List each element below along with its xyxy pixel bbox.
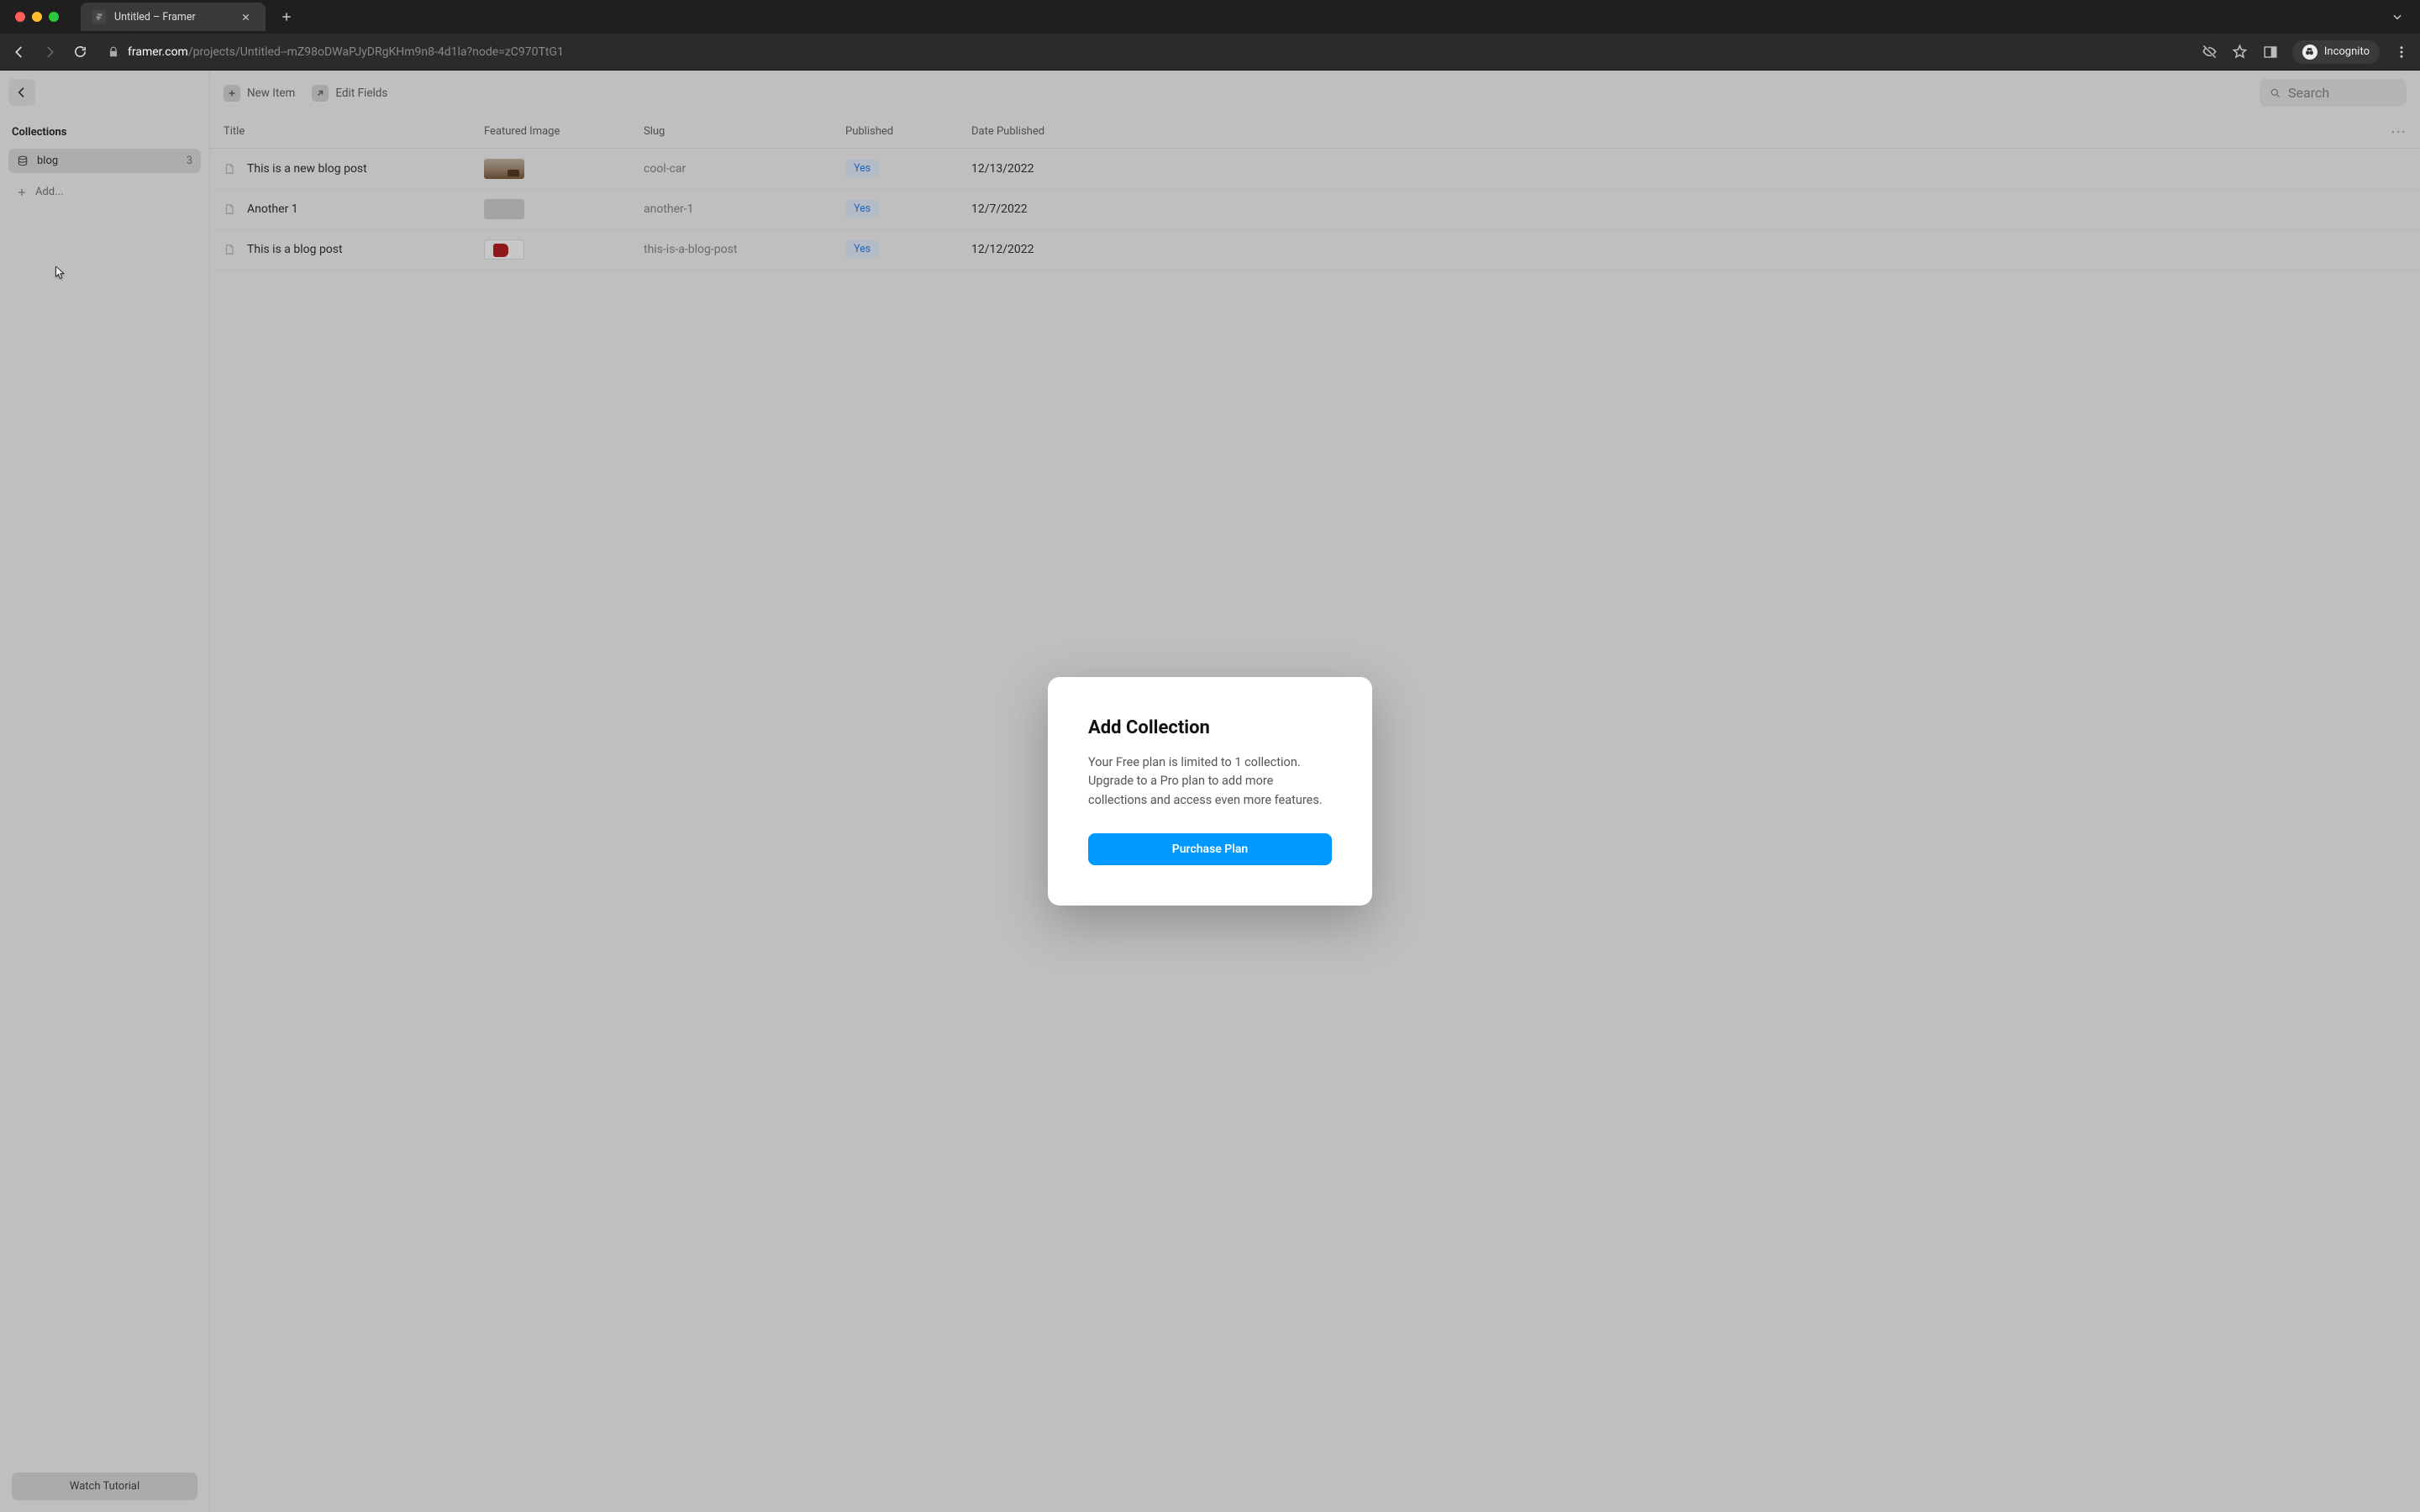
- kebab-menu-button[interactable]: [2393, 44, 2410, 60]
- framer-favicon-icon: [92, 10, 106, 24]
- close-tab-button[interactable]: [238, 11, 254, 24]
- incognito-icon: [2302, 45, 2317, 60]
- browser-tab[interactable]: Untitled – Framer: [81, 3, 266, 31]
- incognito-label: Incognito: [2324, 45, 2370, 58]
- tab-title: Untitled – Framer: [114, 11, 229, 24]
- new-tab-button[interactable]: [274, 8, 299, 26]
- panel-icon[interactable]: [2262, 44, 2279, 60]
- url-actions: Incognito: [2202, 40, 2410, 64]
- add-collection-modal: Add Collection Your Free plan is limited…: [1048, 677, 1372, 906]
- reload-button[interactable]: [71, 43, 89, 61]
- tabs-menu-button[interactable]: [2381, 8, 2413, 26]
- minimize-window-button[interactable]: [32, 12, 42, 22]
- tab-bar: Untitled – Framer: [0, 0, 2420, 34]
- framer-app: Collections blog 3 Add... Watch Tutorial: [0, 71, 2420, 1512]
- window-controls: [7, 12, 67, 22]
- lock-icon: [108, 46, 119, 58]
- url-text: framer.com/projects/Untitled--mZ98oDWaPJ…: [128, 45, 564, 59]
- modal-wrapper: Add Collection Your Free plan is limited…: [0, 71, 2420, 1512]
- browser-chrome: Untitled – Framer framer.com/pro: [0, 0, 2420, 71]
- star-icon[interactable]: [2232, 44, 2249, 60]
- eye-off-icon[interactable]: [2202, 44, 2218, 60]
- purchase-plan-button[interactable]: Purchase Plan: [1088, 833, 1332, 865]
- close-window-button[interactable]: [15, 12, 25, 22]
- address-field[interactable]: framer.com/projects/Untitled--mZ98oDWaPJ…: [101, 45, 2190, 59]
- modal-title: Add Collection: [1088, 717, 1332, 738]
- modal-body: Your Free plan is limited to 1 collectio…: [1088, 753, 1332, 810]
- maximize-window-button[interactable]: [49, 12, 59, 22]
- url-bar: framer.com/projects/Untitled--mZ98oDWaPJ…: [0, 34, 2420, 71]
- forward-button[interactable]: [40, 43, 59, 61]
- incognito-badge[interactable]: Incognito: [2292, 40, 2380, 64]
- back-button[interactable]: [10, 43, 29, 61]
